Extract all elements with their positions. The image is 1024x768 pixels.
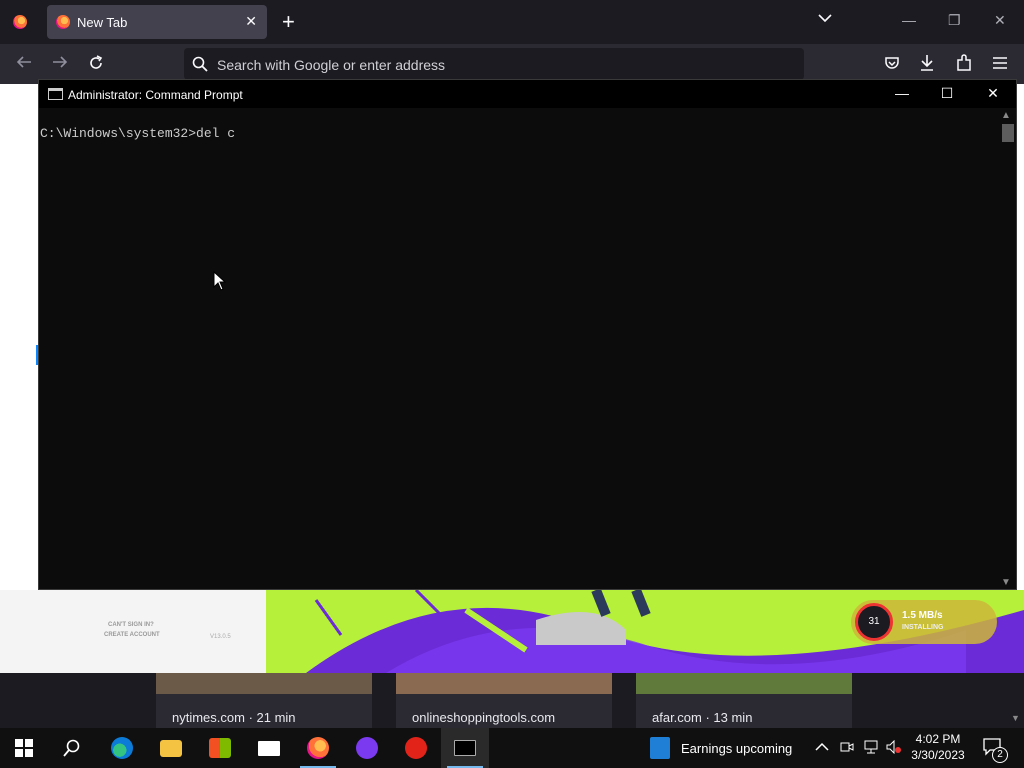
mail-icon bbox=[258, 740, 280, 756]
cmd-title-bar[interactable]: Administrator: Command Prompt — ☐ ✕ bbox=[39, 80, 1016, 108]
pocket-icon[interactable] bbox=[884, 55, 900, 76]
volume-muted-icon[interactable] bbox=[886, 739, 902, 757]
news-widget-text[interactable]: Earnings upcoming bbox=[681, 741, 792, 756]
cmd-scrollbar[interactable]: ▲ ▼ bbox=[1000, 110, 1014, 588]
card-label: afar.com · 13 min bbox=[652, 710, 753, 725]
tab-close-icon[interactable]: ✕ bbox=[245, 13, 257, 30]
card-thumbnail bbox=[636, 673, 852, 694]
cmd-icon bbox=[454, 740, 476, 756]
page-scroll-down-icon[interactable]: ▼ bbox=[1011, 713, 1020, 723]
tab-new-tab[interactable]: New Tab ✕ bbox=[47, 5, 267, 39]
taskbar-command-prompt[interactable] bbox=[441, 728, 489, 768]
cmd-app-icon bbox=[48, 88, 63, 100]
forward-icon[interactable] bbox=[51, 54, 69, 75]
new-tab-button[interactable]: + bbox=[282, 9, 295, 35]
taskbar-search-button[interactable] bbox=[48, 728, 96, 768]
version-label: V13.0.5 bbox=[210, 634, 231, 640]
news-widget-icon[interactable] bbox=[650, 737, 670, 759]
card-label: onlineshoppingtools.com bbox=[412, 710, 556, 725]
search-icon bbox=[63, 739, 80, 757]
cmd-title: Administrator: Command Prompt bbox=[68, 88, 243, 102]
taskbar-app-red[interactable] bbox=[392, 728, 440, 768]
downloads-icon[interactable] bbox=[919, 54, 935, 77]
promo-banner: 31 1.5 MB/s INSTALLING bbox=[266, 590, 1024, 673]
url-placeholder: Search with Google or enter address bbox=[217, 57, 446, 73]
url-bar[interactable]: Search with Google or enter address bbox=[184, 48, 804, 80]
folder-icon bbox=[160, 739, 182, 757]
install-status: INSTALLING bbox=[902, 624, 944, 631]
clock-time: 4:02 PM bbox=[915, 732, 961, 746]
menu-icon[interactable] bbox=[992, 56, 1008, 75]
firefox-view-icon[interactable] bbox=[13, 15, 27, 29]
game-launcher-icon bbox=[405, 737, 427, 759]
card-thumbnail bbox=[396, 673, 612, 694]
console-output[interactable]: C:\Windows\system32>del c bbox=[40, 126, 235, 141]
cmd-maximize-button[interactable]: ☐ bbox=[937, 85, 957, 102]
highlight-card[interactable]: onlineshoppingtools.com bbox=[396, 673, 612, 728]
create-account-link[interactable]: CREATE ACCOUNT bbox=[104, 632, 160, 638]
browser-nav-bar: Search with Google or enter address bbox=[0, 44, 1024, 84]
browser-minimize-icon[interactable]: — bbox=[902, 12, 916, 28]
taskbar-store[interactable] bbox=[196, 728, 244, 768]
cant-sign-in-link[interactable]: CAN'T SIGN IN? bbox=[108, 622, 154, 628]
card-thumbnail bbox=[156, 673, 372, 694]
network-icon[interactable] bbox=[863, 740, 879, 757]
store-icon bbox=[209, 738, 231, 758]
command-prompt-window[interactable]: Administrator: Command Prompt — ☐ ✕ C:\W… bbox=[38, 79, 1017, 590]
browser-restore-icon[interactable]: ❐ bbox=[948, 12, 961, 29]
cmd-close-button[interactable]: ✕ bbox=[983, 85, 1003, 102]
scroll-thumb[interactable] bbox=[1002, 124, 1014, 142]
taskbar-edge[interactable] bbox=[98, 728, 146, 768]
meet-now-icon[interactable] bbox=[840, 740, 854, 757]
taskbar-mail[interactable] bbox=[245, 728, 293, 768]
start-button[interactable] bbox=[0, 728, 48, 768]
back-icon[interactable] bbox=[15, 54, 33, 75]
mask-app-icon bbox=[356, 737, 378, 759]
clock-date: 3/30/2023 bbox=[911, 748, 965, 762]
list-all-tabs-icon[interactable] bbox=[818, 10, 832, 26]
mouse-cursor-icon bbox=[213, 271, 227, 291]
launcher-left-panel: CAN'T SIGN IN? CREATE ACCOUNT V13.0.5 bbox=[0, 590, 266, 673]
taskbar-app-mask[interactable] bbox=[343, 728, 391, 768]
taskbar-clock[interactable]: 4:02 PM 3/30/2023 bbox=[906, 731, 970, 763]
browser-close-icon[interactable]: ✕ bbox=[994, 12, 1006, 29]
taskbar-firefox[interactable] bbox=[294, 728, 342, 768]
windows-logo-icon bbox=[15, 739, 33, 757]
scroll-up-icon[interactable]: ▲ bbox=[1001, 110, 1011, 121]
tab-title: New Tab bbox=[77, 15, 128, 30]
notification-count-badge: 2 bbox=[992, 747, 1008, 763]
card-label: nytimes.com · 21 min bbox=[172, 710, 296, 725]
edge-icon bbox=[111, 737, 133, 759]
firefox-icon bbox=[307, 737, 329, 759]
highlight-card[interactable]: nytimes.com · 21 min bbox=[156, 673, 372, 728]
browser-tab-strip: New Tab ✕ + — ❐ ✕ bbox=[0, 0, 1024, 44]
highlight-card[interactable]: afar.com · 13 min bbox=[636, 673, 852, 728]
windows-taskbar: Earnings upcoming 4:02 PM 3/30/2023 2 bbox=[0, 728, 1024, 768]
taskbar-file-explorer[interactable] bbox=[147, 728, 195, 768]
progress-ring: 31 bbox=[855, 603, 893, 641]
extensions-icon[interactable] bbox=[956, 54, 972, 77]
scroll-down-icon[interactable]: ▼ bbox=[1001, 577, 1011, 588]
search-icon bbox=[192, 56, 208, 77]
cmd-minimize-button[interactable]: — bbox=[892, 85, 912, 101]
reload-icon[interactable] bbox=[88, 55, 104, 76]
tray-overflow-icon[interactable] bbox=[815, 740, 829, 755]
download-speed: 1.5 MB/s bbox=[902, 610, 943, 621]
firefox-tab-icon bbox=[56, 15, 70, 29]
